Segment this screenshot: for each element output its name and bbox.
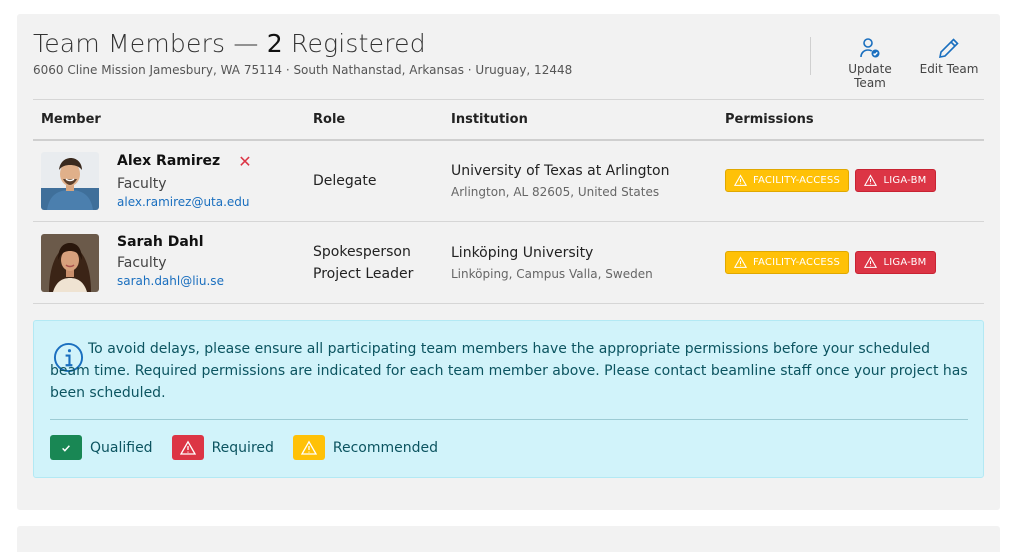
notice-divider — [50, 419, 968, 420]
next-section-card — [17, 526, 1000, 552]
legend-label-recommended: Recommended — [332, 439, 439, 456]
warning-icon — [734, 174, 747, 187]
check-icon — [50, 435, 82, 460]
avatar — [41, 233, 99, 292]
institution-name: Linköping University — [451, 244, 594, 261]
permission-badge-required[interactable]: LIGA-BM — [855, 169, 936, 193]
role-cell: Spokesperson Project Leader — [305, 222, 443, 304]
member-name: Sarah Dahl — [117, 233, 204, 250]
header-divider — [810, 37, 811, 75]
permission-badge-recommended[interactable]: FACILITY-ACCESS — [725, 251, 850, 274]
permission-label: FACILITY-ACCESS — [753, 175, 841, 187]
warning-icon — [292, 435, 325, 460]
avatar — [41, 151, 99, 210]
permission-label: LIGA-BM — [883, 257, 927, 268]
column-header-role: Role — [313, 111, 346, 127]
table-row: Alex Ramirez ✕ Faculty alex.ramirez@uta.e… — [33, 140, 984, 222]
update-team-button[interactable]: Update Team — [833, 36, 907, 90]
permission-label: LIGA-BM — [883, 175, 927, 187]
role-label: Spokesperson — [313, 243, 411, 260]
member-email-link[interactable]: alex.ramirez@uta.edu — [117, 195, 252, 209]
table-row: Sarah Dahl Faculty sarah.dahl@liu.se Spo… — [33, 222, 984, 304]
member-type: Faculty — [117, 175, 167, 192]
role-label: Project Leader — [313, 265, 414, 282]
institution-cell: University of Texas at Arlington Arlingt… — [443, 140, 717, 222]
team-members-card: Team Members — 2 Registered 6060 Cline M… — [17, 14, 1000, 510]
table-header-row: Member Role Institution Permissions — [33, 99, 984, 140]
permissions-cell: FACILITY-ACCESS LIGA-BM — [717, 140, 984, 222]
legend-label-qualified: Qualified — [90, 439, 153, 456]
member-cell: Alex Ramirez ✕ Faculty alex.ramirez@uta.e… — [41, 151, 305, 210]
member-email-link[interactable]: sarah.dahl@liu.se — [117, 274, 224, 288]
role-cell: Delegate — [305, 140, 443, 222]
member-cell: Sarah Dahl Faculty sarah.dahl@liu.se — [41, 233, 305, 292]
member-name: Alex Ramirez — [117, 153, 221, 170]
role-label: Delegate — [313, 172, 377, 189]
warning-icon — [734, 256, 747, 268]
institution-location: Linköping, Campus Valla, Sweden — [451, 266, 653, 281]
page-title: Team Members — 2 Registered — [33, 29, 426, 58]
remove-member-icon[interactable]: ✕ — [238, 152, 251, 171]
user-check-icon — [833, 36, 907, 62]
title-suffix: Registered — [282, 29, 426, 58]
title-prefix: Team Members — — [33, 29, 267, 58]
legend-label-required: Required — [211, 439, 274, 456]
notice-text: To avoid delays, please ensure all parti… — [50, 341, 968, 401]
legend-item-recommended: Recommended — [292, 435, 439, 460]
column-header-permissions: Permissions — [725, 111, 814, 127]
column-header-member: Member — [41, 111, 101, 127]
legend-item-required: Required — [171, 435, 274, 460]
permission-badge-required[interactable]: LIGA-BM — [855, 251, 936, 274]
warning-icon — [864, 174, 878, 187]
update-team-label: Update Team — [848, 62, 892, 90]
member-count: 2 — [266, 29, 283, 58]
institution-name: University of Texas at Arlington — [451, 162, 670, 179]
edit-team-label: Edit Team — [919, 62, 979, 76]
institution-location: Arlington, AL 82605, United States — [451, 184, 660, 199]
permissions-legend: Qualified Required Recommended — [50, 435, 457, 460]
warning-icon — [171, 435, 204, 460]
institution-cell: Linköping University Linköping, Campus V… — [443, 222, 717, 304]
team-members-table: Member Role Institution Permissions Alex… — [33, 99, 984, 304]
pencil-icon — [917, 36, 981, 62]
address: 6060 Cline Mission Jamesbury, WA 75114 ·… — [33, 63, 573, 77]
legend-item-qualified: Qualified — [50, 435, 153, 460]
permission-badge-recommended[interactable]: FACILITY-ACCESS — [725, 169, 850, 193]
edit-team-button[interactable]: Edit Team — [917, 36, 981, 76]
permission-label: FACILITY-ACCESS — [753, 257, 841, 268]
member-type: Faculty — [117, 254, 167, 271]
warning-icon — [864, 256, 878, 268]
column-header-institution: Institution — [451, 111, 528, 127]
permissions-notice: To avoid delays, please ensure all parti… — [33, 320, 984, 478]
permissions-cell: FACILITY-ACCESS LIGA-BM — [717, 222, 984, 304]
